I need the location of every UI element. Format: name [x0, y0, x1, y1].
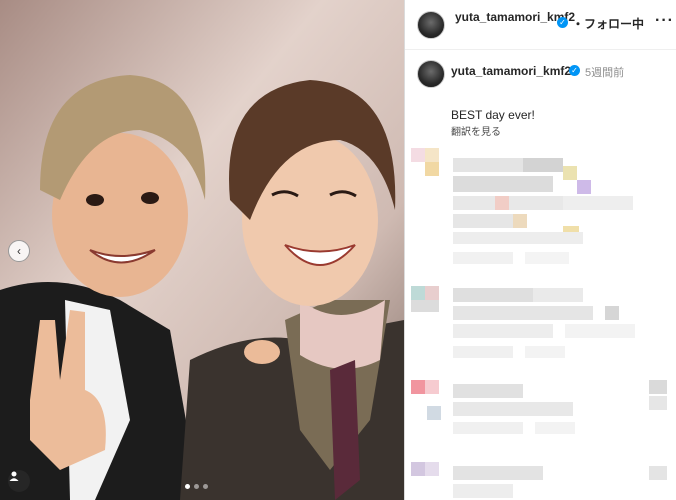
tagged-users-button[interactable]: [8, 470, 30, 492]
carousel-dot-2: [194, 484, 199, 489]
carousel-prev-button[interactable]: ‹: [8, 240, 30, 262]
photo-illustration: [0, 0, 404, 500]
chevron-left-icon: ‹: [17, 244, 21, 258]
post-photo[interactable]: ‹: [0, 0, 404, 500]
caption-author-avatar[interactable]: [417, 60, 445, 88]
see-translation-link[interactable]: 翻訳を見る: [451, 123, 501, 138]
post-caption: BEST day ever!: [451, 108, 535, 122]
verified-badge-icon: ✓: [557, 17, 568, 28]
person-icon: [9, 471, 19, 481]
carousel-dot-3: [203, 484, 208, 489]
author-avatar[interactable]: [417, 11, 445, 39]
pixelated-comments: [411, 148, 667, 498]
caption-author-username[interactable]: yuta_tamamori_kmf2: [451, 64, 571, 78]
carousel-dot-1: [185, 484, 190, 489]
caption-verified-badge-icon: ✓: [569, 65, 580, 76]
carousel-dots: [185, 484, 208, 489]
post-header: yuta_tamamori_kmf2 ✓ ・フォロー中 ···: [405, 0, 676, 50]
post-timestamp[interactable]: 5週間前: [585, 64, 624, 80]
follow-status-button[interactable]: ・フォロー中: [572, 15, 644, 32]
post-side-panel: yuta_tamamori_kmf2 ✓ ・フォロー中 ··· yuta_tam…: [404, 0, 676, 500]
more-options-icon[interactable]: ···: [655, 12, 674, 30]
